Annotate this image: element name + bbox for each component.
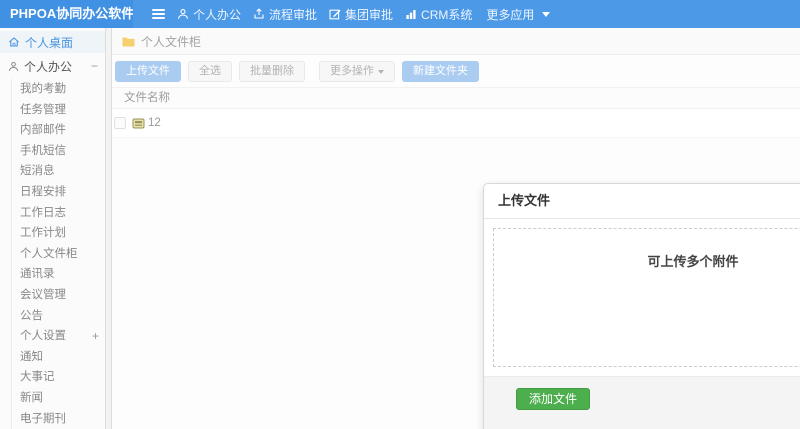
sidebar-item-label: 内部邮件 (20, 124, 66, 137)
collapse-minus-icon[interactable]: − (91, 59, 98, 73)
add-file-button[interactable]: 添加文件 (516, 388, 591, 410)
sidebar-item-personal-file-cabinet[interactable]: 个人文件柜 (12, 244, 105, 265)
app-logo: PHPOA协同办公软件 (0, 0, 133, 28)
table-row[interactable]: 12 (112, 109, 800, 138)
sidebar-item-work-log[interactable]: 工作日志 (12, 203, 105, 224)
sidebar-item-label: 公告 (20, 309, 43, 322)
sidebar-item-e-journal[interactable]: 电子期刊 (12, 409, 105, 429)
toolbar: 上传文件 全选 批量删除 更多操作 新建文件夹 (112, 55, 800, 87)
nav-label: 流程审批 (269, 7, 318, 22)
sidebar-item-contacts[interactable]: 通讯录 (12, 264, 105, 285)
sidebar-item-label: 个人桌面 (25, 35, 74, 50)
nav-personal-office[interactable]: 个人办公 (177, 6, 241, 23)
sidebar-item-label: 手机短信 (20, 144, 66, 157)
app-window: PHPOA协同办公软件 个人办公 流程审批 集团审批 CRM系统 更多应用 个人… (0, 0, 800, 429)
sidebar-item-meeting-management[interactable]: 会议管理 (12, 285, 105, 306)
breadcrumb-label: 个人文件柜 (141, 34, 202, 49)
edit-icon (329, 9, 341, 20)
sidebar-section-label: 个人办公 (24, 59, 73, 74)
sidebar-item-news[interactable]: 新闻 (12, 388, 105, 409)
nav-label: 集团审批 (345, 7, 394, 22)
sidebar-item-label: 工作日志 (20, 206, 66, 219)
sidebar-item-schedule[interactable]: 日程安排 (12, 182, 105, 203)
nav-workflow-approval[interactable]: 流程审批 (253, 6, 317, 23)
sidebar-item-task-management[interactable]: 任务管理 (12, 100, 105, 121)
sidebar: 个人桌面 个人办公 − 我的考勤 任务管理 内部邮件 手机短信 短消息 日程安排… (0, 28, 105, 429)
table-header-file-name: 文件名称 (112, 87, 800, 109)
hamburger-icon[interactable] (152, 9, 165, 19)
nav-label: CRM系统 (421, 7, 473, 22)
upload-dropzone[interactable]: 可上传多个附件 (493, 228, 800, 367)
person-icon (8, 61, 19, 71)
sidebar-item-label: 会议管理 (20, 288, 66, 301)
nav-group-approval[interactable]: 集团审批 (329, 6, 393, 23)
sidebar-item-label: 日程安排 (20, 185, 66, 198)
more-actions-label: 更多操作 (330, 65, 374, 77)
sidebar-item-internal-mail[interactable]: 内部邮件 (12, 120, 105, 141)
home-icon (9, 37, 19, 47)
modal-footer: 添加文件 (484, 376, 800, 429)
dropzone-hint: 可上传多个附件 (647, 254, 739, 269)
sidebar-item-my-attendance[interactable]: 我的考勤 (12, 79, 105, 100)
upload-modal: 上传文件 可上传多个附件 添加文件 (483, 183, 800, 429)
upload-file-button[interactable]: 上传文件 (115, 61, 181, 82)
sidebar-item-label: 任务管理 (20, 103, 66, 116)
sidebar-section-personal-office[interactable]: 个人办公 − (0, 53, 105, 79)
sidebar-item-personal-settings[interactable]: 个人设置 + (12, 326, 105, 347)
sidebar-item-label: 通知 (20, 350, 43, 363)
topbar: PHPOA协同办公软件 个人办公 流程审批 集团审批 CRM系统 更多应用 (0, 0, 800, 28)
sidebar-scrollbar[interactable] (105, 28, 112, 429)
nav-crm-system[interactable]: CRM系统 (405, 6, 472, 23)
sidebar-item-label: 新闻 (20, 391, 43, 404)
sidebar-item-notification[interactable]: 通知 (12, 347, 105, 368)
sidebar-item-label: 个人文件柜 (20, 247, 78, 260)
sidebar-item-label: 个人设置 (20, 330, 66, 343)
select-all-button[interactable]: 全选 (188, 61, 232, 82)
user-icon (178, 9, 188, 19)
sidebar-item-announcement[interactable]: 公告 (12, 306, 105, 327)
folder-icon (122, 37, 135, 46)
folder-drawer-icon (132, 118, 145, 128)
caret-down-icon (542, 11, 551, 17)
bar-chart-icon (406, 10, 416, 19)
upload-icon (254, 8, 264, 19)
sidebar-submenu: 我的考勤 任务管理 内部邮件 手机短信 短消息 日程安排 工作日志 工作计划 个… (11, 79, 105, 429)
more-actions-button[interactable]: 更多操作 (319, 61, 395, 82)
sidebar-item-short-message[interactable]: 短消息 (12, 161, 105, 182)
sidebar-item-label: 通讯录 (20, 268, 55, 281)
nav-more-apps[interactable]: 更多应用 (486, 6, 551, 23)
modal-body: 可上传多个附件 (484, 219, 800, 376)
modal-title: 上传文件 (484, 184, 800, 219)
file-name: 12 (148, 117, 161, 129)
sidebar-item-label: 电子期刊 (20, 412, 66, 425)
sidebar-item-label: 大事记 (20, 371, 55, 384)
sidebar-item-mobile-sms[interactable]: 手机短信 (12, 141, 105, 162)
sidebar-item-label: 短消息 (20, 165, 55, 178)
expand-plus-icon[interactable]: + (92, 326, 99, 347)
sidebar-item-label: 工作计划 (20, 227, 66, 240)
sidebar-item-personal-desktop[interactable]: 个人桌面 (0, 31, 105, 53)
new-folder-button[interactable]: 新建文件夹 (402, 61, 479, 82)
breadcrumb: 个人文件柜 (112, 28, 800, 55)
sidebar-item-work-plan[interactable]: 工作计划 (12, 223, 105, 244)
caret-down-icon (378, 69, 384, 74)
row-checkbox[interactable] (114, 117, 126, 129)
batch-delete-button[interactable]: 批量删除 (239, 61, 305, 82)
sidebar-item-memorabilia[interactable]: 大事记 (12, 367, 105, 388)
nav-label: 更多应用 (486, 7, 535, 22)
nav-label: 个人办公 (193, 7, 242, 22)
sidebar-item-label: 我的考勤 (20, 83, 66, 95)
